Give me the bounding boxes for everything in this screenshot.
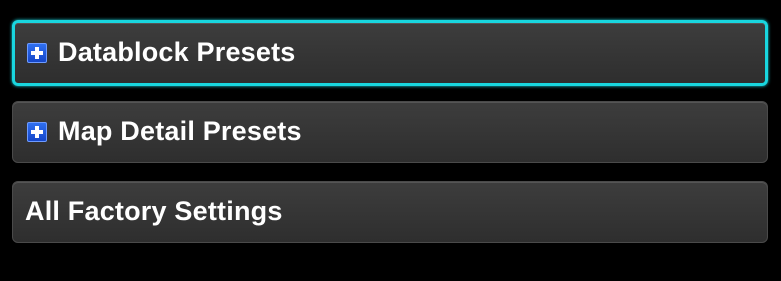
map-detail-presets-label: Map Detail Presets [58,115,302,146]
datablock-presets-label: Datablock Presets [58,36,296,67]
map-detail-presets-button[interactable]: Map Detail Presets [12,101,768,163]
datablock-presets-button[interactable]: Datablock Presets [12,20,768,86]
expand-plus-icon[interactable] [27,122,47,142]
presets-screen: { "menu": { "items": [ { "label": "Datab… [0,0,781,281]
all-factory-settings-button[interactable]: All Factory Settings [12,181,768,243]
expand-plus-icon[interactable] [27,43,47,63]
all-factory-settings-label: All Factory Settings [25,195,283,226]
